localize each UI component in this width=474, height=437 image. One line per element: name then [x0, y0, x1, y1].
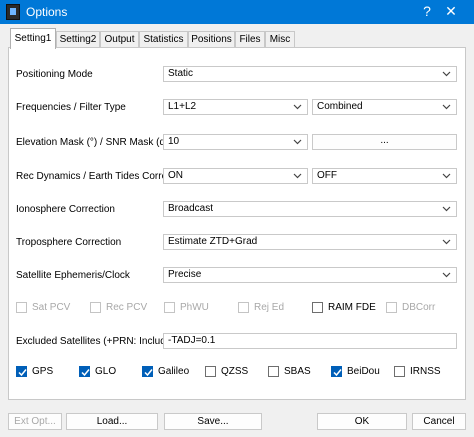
ionosphere-value: Broadcast: [168, 203, 214, 214]
checkbox-box: [90, 302, 101, 313]
earth-tides-value: OFF: [317, 170, 337, 181]
checkbox-box: [312, 302, 323, 313]
qzss-checkbox[interactable]: QZSS: [205, 365, 260, 379]
dbcorr-checkbox[interactable]: DBCorr: [386, 301, 456, 315]
gps-checkbox[interactable]: GPS: [16, 365, 71, 379]
sat-pcv-label: Sat PCV: [32, 302, 71, 313]
chevron-down-icon: [442, 173, 451, 179]
beidou-checkbox[interactable]: BeiDou: [331, 365, 389, 379]
glo-checkbox[interactable]: GLO: [79, 365, 134, 379]
frequencies-label: Frequencies / Filter Type: [16, 102, 126, 113]
filter-type-select[interactable]: Combined: [312, 99, 457, 115]
chevron-down-icon: [442, 272, 451, 278]
galileo-label: Galileo: [158, 366, 190, 377]
sbas-checkbox[interactable]: SBAS: [268, 365, 323, 379]
rec-dynamics-value: ON: [168, 170, 183, 181]
checkbox-box: [16, 366, 27, 377]
galileo-checkbox[interactable]: Galileo: [142, 365, 200, 379]
checkmark-icon: [18, 369, 27, 377]
ionosphere-select[interactable]: Broadcast: [163, 201, 457, 217]
sbas-label: SBAS: [284, 366, 311, 377]
positioning-mode-select[interactable]: Static: [163, 66, 457, 82]
excluded-satellites-input[interactable]: -TADJ=0.1: [163, 333, 457, 349]
glo-label: GLO: [95, 366, 117, 377]
ephemeris-value: Precise: [168, 269, 202, 280]
chevron-down-icon: [442, 71, 451, 77]
troposphere-label: Troposphere Correction: [16, 237, 122, 248]
rec-pcv-label: Rec PCV: [106, 302, 148, 313]
elevation-mask-label: Elevation Mask (°) / SNR Mask (dBHz): [16, 137, 188, 148]
elevation-mask-select[interactable]: 10: [163, 134, 308, 150]
cancel-button[interactable]: Cancel: [412, 413, 466, 430]
checkbox-box: [164, 302, 175, 313]
title-bar: Options ? ✕: [0, 0, 474, 24]
checkbox-box: [142, 366, 153, 377]
positioning-mode-value: Static: [168, 68, 194, 79]
ionosphere-label: Ionosphere Correction: [16, 204, 115, 215]
dbcorr-label: DBCorr: [402, 302, 436, 313]
checkbox-box: [386, 302, 397, 313]
phwu-checkbox[interactable]: PhWU: [164, 301, 234, 315]
troposphere-select[interactable]: Estimate ZTD+Grad: [163, 234, 457, 250]
raim-fde-checkbox[interactable]: RAIM FDE: [312, 301, 382, 315]
chevron-down-icon: [442, 104, 451, 110]
chevron-down-icon: [293, 139, 302, 145]
tab-setting1[interactable]: Setting1: [10, 28, 56, 49]
checkbox-box: [268, 366, 279, 377]
phwu-label: PhWU: [180, 302, 209, 313]
checkbox-box: [394, 366, 405, 377]
rec-dynamics-select[interactable]: ON: [163, 168, 308, 184]
chevron-down-icon: [442, 206, 451, 212]
window-title: Options: [26, 5, 68, 19]
ephemeris-select[interactable]: Precise: [163, 267, 457, 283]
elevation-mask-value: 10: [168, 136, 180, 147]
positioning-mode-label: Positioning Mode: [16, 69, 93, 80]
checkmark-icon: [144, 369, 153, 377]
snr-mask-button[interactable]: ...: [312, 134, 457, 150]
checkbox-box: [79, 366, 90, 377]
frequencies-select[interactable]: L1+L2: [163, 99, 308, 115]
raim-fde-label: RAIM FDE: [328, 302, 376, 313]
ext-opt-button[interactable]: Ext Opt...: [8, 413, 62, 430]
chevron-down-icon: [293, 104, 302, 110]
excluded-satellites-label: Excluded Satellites (+PRN: Included): [16, 336, 181, 347]
ephemeris-label: Satellite Ephemeris/Clock: [16, 270, 130, 281]
app-icon: [6, 4, 20, 20]
irnss-label: IRNSS: [410, 366, 441, 377]
checkbox-box: [238, 302, 249, 313]
checkmark-icon: [81, 369, 90, 377]
troposphere-value: Estimate ZTD+Grad: [168, 236, 258, 247]
checkbox-box: [16, 302, 27, 313]
close-button[interactable]: ✕: [428, 0, 474, 24]
irnss-checkbox[interactable]: IRNSS: [394, 365, 454, 379]
load-button[interactable]: Load...: [66, 413, 158, 430]
checkbox-box: [331, 366, 342, 377]
qzss-label: QZSS: [221, 366, 249, 377]
chevron-down-icon: [293, 173, 302, 179]
save-button[interactable]: Save...: [164, 413, 262, 430]
frequencies-value: L1+L2: [168, 101, 197, 112]
sat-pcv-checkbox[interactable]: Sat PCV: [16, 301, 86, 315]
beidou-label: BeiDou: [347, 366, 380, 377]
gps-label: GPS: [32, 366, 54, 377]
checkbox-box: [205, 366, 216, 377]
earth-tides-select[interactable]: OFF: [312, 168, 457, 184]
ok-button[interactable]: OK: [317, 413, 407, 430]
checkmark-icon: [333, 369, 342, 377]
filter-type-value: Combined: [317, 101, 363, 112]
chevron-down-icon: [442, 239, 451, 245]
rej-ed-checkbox[interactable]: Rej Ed: [238, 301, 308, 315]
rej-ed-label: Rej Ed: [254, 302, 285, 313]
rec-pcv-checkbox[interactable]: Rec PCV: [90, 301, 160, 315]
